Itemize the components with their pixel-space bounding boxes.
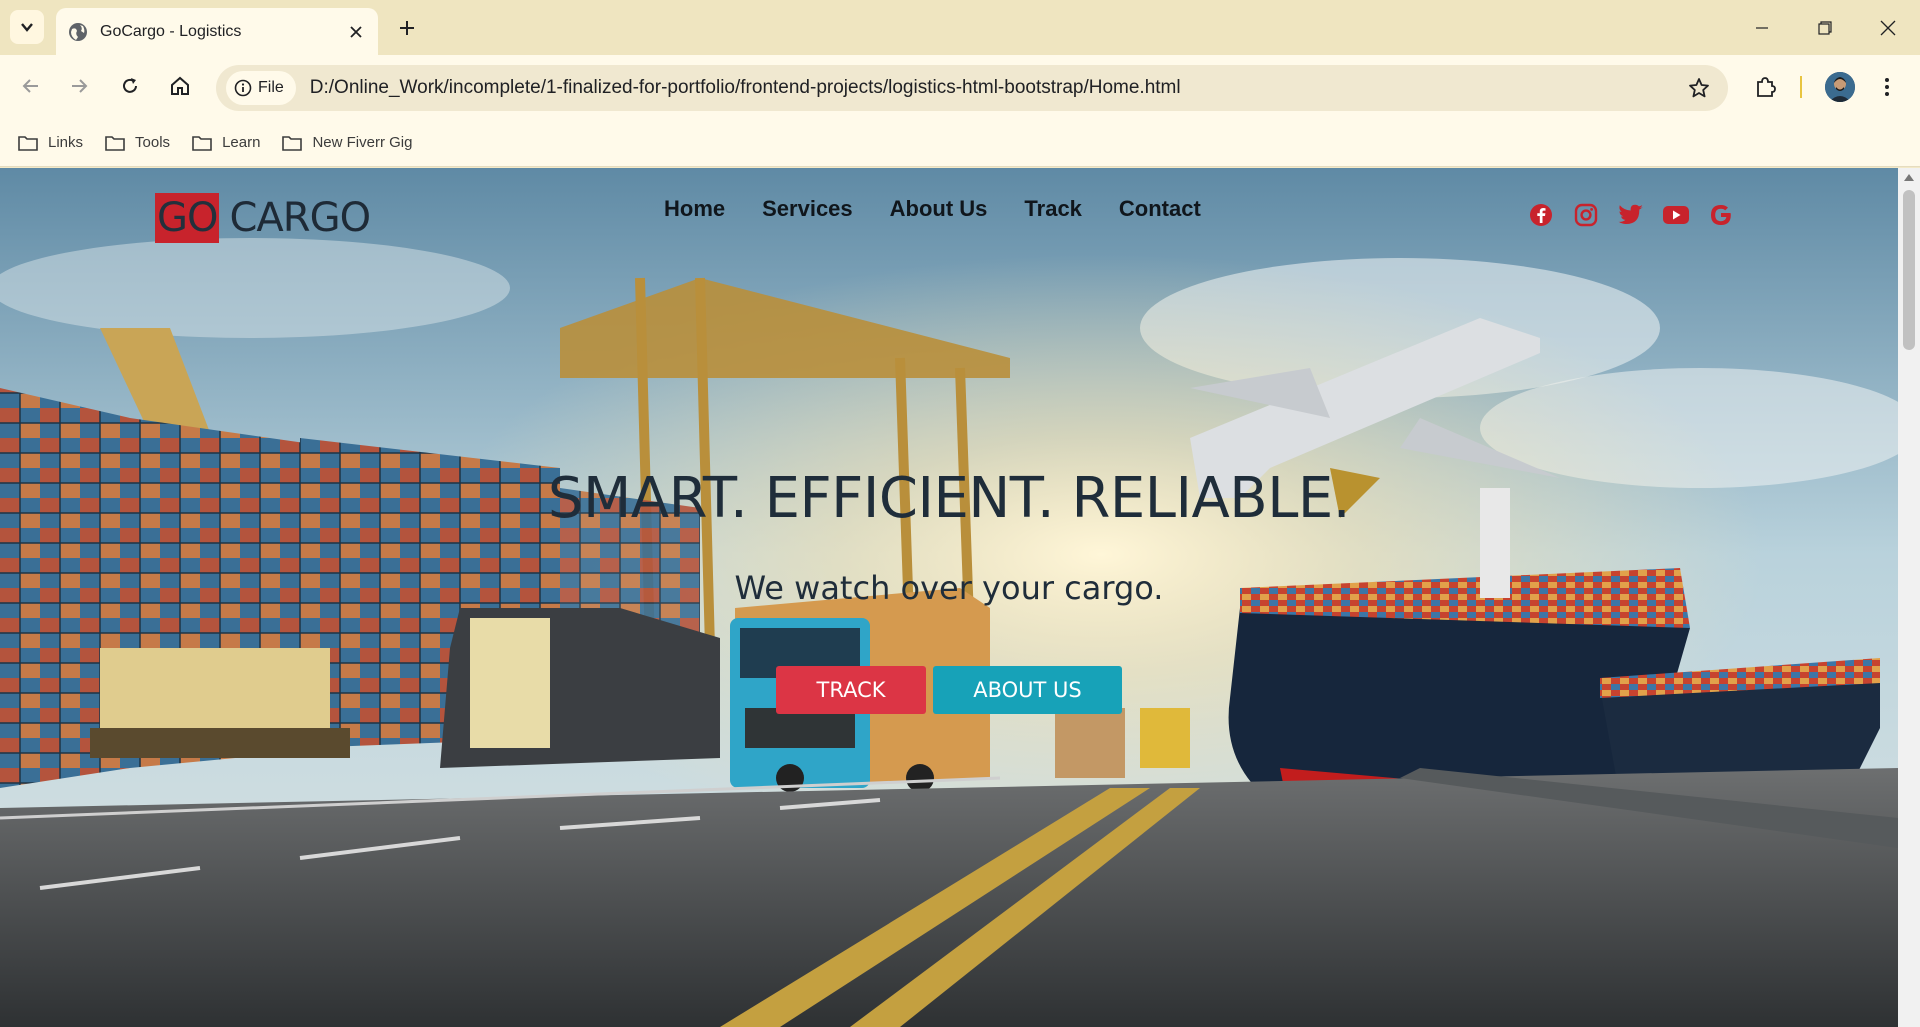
- profile-avatar[interactable]: [1825, 72, 1855, 102]
- site-info-chip[interactable]: File: [226, 71, 296, 105]
- folder-icon: [192, 135, 212, 151]
- toolbar-separator: [1800, 76, 1802, 98]
- bookmark-folder-links[interactable]: Links: [18, 134, 83, 151]
- browser-tabstrip: GoCargo - Logistics: [0, 0, 1920, 55]
- page-viewport: GO CARGO Home Services About Us Track Co…: [0, 168, 1898, 1027]
- arrow-left-icon: [22, 79, 38, 93]
- browser-toolbar: File D:/Online_Work/incomplete/1-finaliz…: [0, 55, 1920, 119]
- instagram-icon[interactable]: [1573, 202, 1599, 228]
- home-icon: [171, 76, 189, 95]
- logo-go: GO: [155, 193, 220, 243]
- extensions-button[interactable]: [1748, 70, 1782, 104]
- url-text[interactable]: D:/Online_Work/incomplete/1-finalized-fo…: [310, 77, 1181, 99]
- bookmarks-bar: Links Tools Learn New Fiverr Gig: [0, 119, 1920, 167]
- scroll-up-arrow-icon[interactable]: [1904, 174, 1914, 181]
- globe-icon: [69, 22, 87, 41]
- info-icon: [234, 79, 252, 97]
- page-scrollbar[interactable]: [1898, 168, 1920, 1027]
- bookmark-label: Links: [48, 134, 84, 151]
- about-us-button[interactable]: ABOUT US: [933, 666, 1122, 714]
- twitter-icon[interactable]: [1618, 202, 1644, 228]
- youtube-icon[interactable]: [1663, 202, 1689, 228]
- avatar-icon: [1825, 72, 1855, 102]
- plus-icon: [400, 21, 414, 35]
- folder-icon: [105, 135, 125, 151]
- forward-button[interactable]: [62, 69, 96, 103]
- facebook-icon[interactable]: [1528, 202, 1554, 228]
- nav-link-about-us[interactable]: About Us: [890, 196, 988, 222]
- back-button[interactable]: [14, 69, 48, 103]
- arrow-right-icon: [72, 79, 88, 93]
- bookmark-folder-tools[interactable]: Tools: [105, 134, 170, 151]
- track-button[interactable]: TRACK: [776, 666, 926, 714]
- minimize-button[interactable]: [1742, 8, 1782, 48]
- site-logo[interactable]: GO CARGO: [155, 193, 371, 243]
- browser-tab-active[interactable]: GoCargo - Logistics: [56, 8, 378, 55]
- google-icon[interactable]: [1708, 202, 1734, 228]
- logo-cargo: CARGO: [229, 195, 371, 241]
- main-navigation: Home Services About Us Track Contact: [664, 196, 1201, 222]
- social-links: [1528, 202, 1734, 228]
- scrollbar-thumb[interactable]: [1903, 190, 1915, 350]
- browser-menu-button[interactable]: [1872, 72, 1902, 102]
- hero-headline: SMART. EFFICIENT. RELIABLE.: [547, 466, 1351, 531]
- more-vertical-icon: [1885, 78, 1889, 96]
- bookmark-label: New Fiverr Gig: [312, 134, 413, 151]
- bookmark-star-icon[interactable]: [1688, 77, 1710, 99]
- tab-search-button[interactable]: [10, 10, 44, 44]
- close-window-button[interactable]: [1868, 8, 1908, 48]
- restore-icon: [1818, 21, 1832, 35]
- address-bar[interactable]: File D:/Online_Work/incomplete/1-finaliz…: [216, 65, 1728, 111]
- nav-link-home[interactable]: Home: [664, 196, 725, 222]
- chevron-down-icon: [21, 23, 33, 32]
- nav-link-track[interactable]: Track: [1024, 196, 1082, 222]
- reload-icon: [123, 78, 137, 93]
- nav-link-services[interactable]: Services: [762, 196, 853, 222]
- new-tab-button[interactable]: [392, 13, 422, 43]
- hero-subheadline: We watch over your cargo.: [734, 569, 1164, 607]
- tab-title: GoCargo - Logistics: [100, 22, 242, 40]
- bookmark-folder-new-fiverr-gig[interactable]: New Fiverr Gig: [282, 134, 412, 151]
- bookmark-label: Learn: [222, 134, 261, 151]
- tab-close-icon[interactable]: [346, 22, 366, 42]
- minimize-icon: [1756, 27, 1768, 29]
- bookmark-folder-learn[interactable]: Learn: [192, 134, 260, 151]
- nav-link-contact[interactable]: Contact: [1119, 196, 1201, 222]
- restore-button[interactable]: [1805, 8, 1845, 48]
- folder-icon: [282, 135, 303, 151]
- close-icon: [1880, 20, 1896, 36]
- folder-icon: [18, 135, 38, 151]
- home-button[interactable]: [163, 69, 197, 103]
- site-info-label: File: [258, 79, 284, 96]
- reload-button[interactable]: [113, 69, 147, 103]
- puzzle-icon: [1757, 77, 1776, 97]
- bookmark-label: Tools: [135, 134, 171, 151]
